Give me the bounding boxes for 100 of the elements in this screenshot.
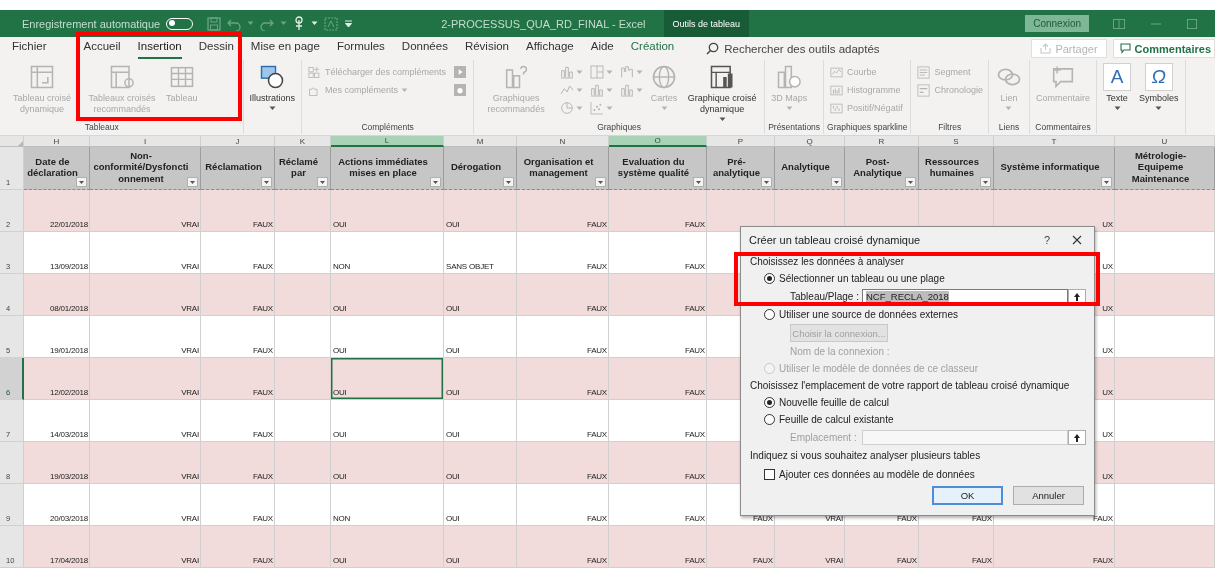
caret-icon (320, 180, 325, 184)
ribbon-tab[interactable]: Mise en page (250, 38, 320, 59)
column-header: Post-Analytique (845, 147, 919, 190)
filter-dropdown[interactable] (261, 177, 272, 187)
filter-dropdown[interactable] (1101, 177, 1112, 187)
column-header: Actions immédiates mises en place (331, 147, 444, 190)
ribbon-tab[interactable]: Accueil (83, 38, 121, 59)
table-cell: VRAI (90, 274, 201, 316)
table-cell: 17/04/2018 (24, 526, 90, 568)
search-field[interactable]: Rechercher des outils adaptés (724, 42, 925, 55)
up-arrow-icon (1073, 291, 1081, 302)
caret-icon (785, 105, 793, 111)
column-letter[interactable]: H (24, 136, 90, 147)
table-cell: OUI (444, 274, 517, 316)
column-letter[interactable]: T (994, 136, 1115, 147)
filter-dropdown[interactable] (761, 177, 772, 187)
column-letter[interactable]: I (90, 136, 201, 147)
column-header: Réclamé par (275, 147, 331, 190)
dialog-button[interactable]: Annuler (1013, 486, 1084, 505)
caret-icon (834, 180, 839, 184)
caret-icon (576, 69, 584, 75)
table-cell: OUI (444, 526, 517, 568)
checkbox[interactable] (764, 468, 775, 480)
caret-icon (264, 180, 269, 184)
radio-button[interactable] (764, 309, 775, 320)
caret-icon (280, 21, 288, 26)
ribbon-tab[interactable]: Révision (464, 38, 509, 59)
pivot-table-icon (28, 63, 56, 91)
column-letter[interactable]: R (845, 136, 919, 147)
up-arrow-icon (1073, 432, 1081, 443)
ribbon-display-icon (1113, 18, 1125, 29)
column-letter[interactable]: J (201, 136, 275, 147)
filter-dropdown[interactable] (831, 177, 842, 187)
group-label: Filtres (938, 121, 962, 134)
filter-dropdown[interactable] (693, 177, 704, 187)
section-heading: Indiquez si vous souhaitez analyser plusieurs tables (750, 449, 982, 463)
ribbon-tab[interactable]: Données (401, 38, 448, 59)
caret-icon (311, 21, 319, 26)
filter-dropdown[interactable] (430, 177, 441, 187)
caret-icon (247, 21, 255, 26)
column-letter[interactable]: M (444, 136, 517, 147)
column-header: Ressources humaines (919, 147, 994, 190)
caret-icon (576, 105, 584, 111)
group-label: Graphiques (597, 121, 642, 134)
bar-chart-icon (589, 82, 606, 98)
sign-in-button[interactable]: Connexion (1025, 15, 1089, 32)
dialog-button[interactable]: OK (932, 486, 1003, 505)
column-letter[interactable]: O (609, 136, 707, 147)
ribbon-tab[interactable]: Fichier (12, 38, 47, 59)
column-letter[interactable]: N (517, 136, 609, 147)
table-cell: FAUX (201, 526, 275, 568)
help-button[interactable]: ? (1034, 229, 1060, 251)
ribbon-tab[interactable]: Affichage (526, 38, 574, 59)
win-loss-sparkline-icon (829, 100, 845, 116)
ribbon-tab[interactable]: Aide (590, 38, 614, 59)
table-cell: OUI (331, 526, 444, 568)
filter-dropdown[interactable] (905, 177, 916, 187)
caret-icon (1005, 105, 1013, 111)
column-letter[interactable]: U (1115, 136, 1215, 147)
ribbon-tab[interactable]: Dessin (198, 38, 234, 59)
field-label: Emplacement : (789, 432, 858, 443)
table-cell: FAUX (517, 358, 609, 400)
filter-dropdown[interactable] (595, 177, 606, 187)
column-letter[interactable]: P (707, 136, 775, 147)
group-label: Tableaux (84, 121, 119, 134)
caret-icon (636, 69, 644, 75)
filter-dropdown[interactable] (503, 177, 514, 187)
filter-dropdown[interactable] (76, 177, 87, 187)
column-letter[interactable]: S (919, 136, 994, 147)
table-cell: FAUX (609, 190, 707, 232)
filter-dropdown[interactable] (980, 177, 991, 187)
ribbon-button[interactable]: Illustrations (246, 63, 299, 111)
table-cell: 08/01/2018 (24, 274, 90, 316)
table-cell: FAUX (707, 526, 775, 568)
column-letter[interactable]: Q (775, 136, 845, 147)
column-letter[interactable]: L (331, 136, 444, 147)
radio-label: Sélectionner un tableau ou une plage (779, 273, 945, 284)
caret-icon (718, 116, 726, 122)
table-cell: FAUX (517, 274, 609, 316)
ribbon-button[interactable]: A Texte (1100, 63, 1134, 111)
table-cell: FAUX (609, 358, 707, 400)
radio-button[interactable] (764, 273, 775, 284)
group-label: Liens (998, 121, 1020, 134)
table-cell: OUI (331, 358, 444, 400)
collapse-button[interactable] (1068, 430, 1086, 445)
column-letter[interactable]: K (275, 136, 331, 147)
table-with-circle-icon (108, 63, 136, 91)
radio-button[interactable] (764, 397, 775, 408)
filter-dropdown[interactable] (317, 177, 328, 187)
ribbon-button[interactable]: Ω Symboles (1136, 63, 1182, 111)
ribbon-tab[interactable]: Création (630, 38, 675, 59)
ribbon-button[interactable]: Graphique croisé dynamique (683, 63, 762, 122)
bar-chart-icon (559, 64, 576, 80)
ribbon-tab[interactable]: Formules (336, 38, 385, 59)
caret-icon (576, 87, 584, 93)
table-cell: FAUX (201, 274, 275, 316)
radio-button[interactable] (764, 414, 775, 425)
caret-icon (1113, 105, 1121, 111)
filter-dropdown[interactable] (187, 177, 198, 187)
comments-button[interactable]: Commentaires (1112, 39, 1215, 58)
